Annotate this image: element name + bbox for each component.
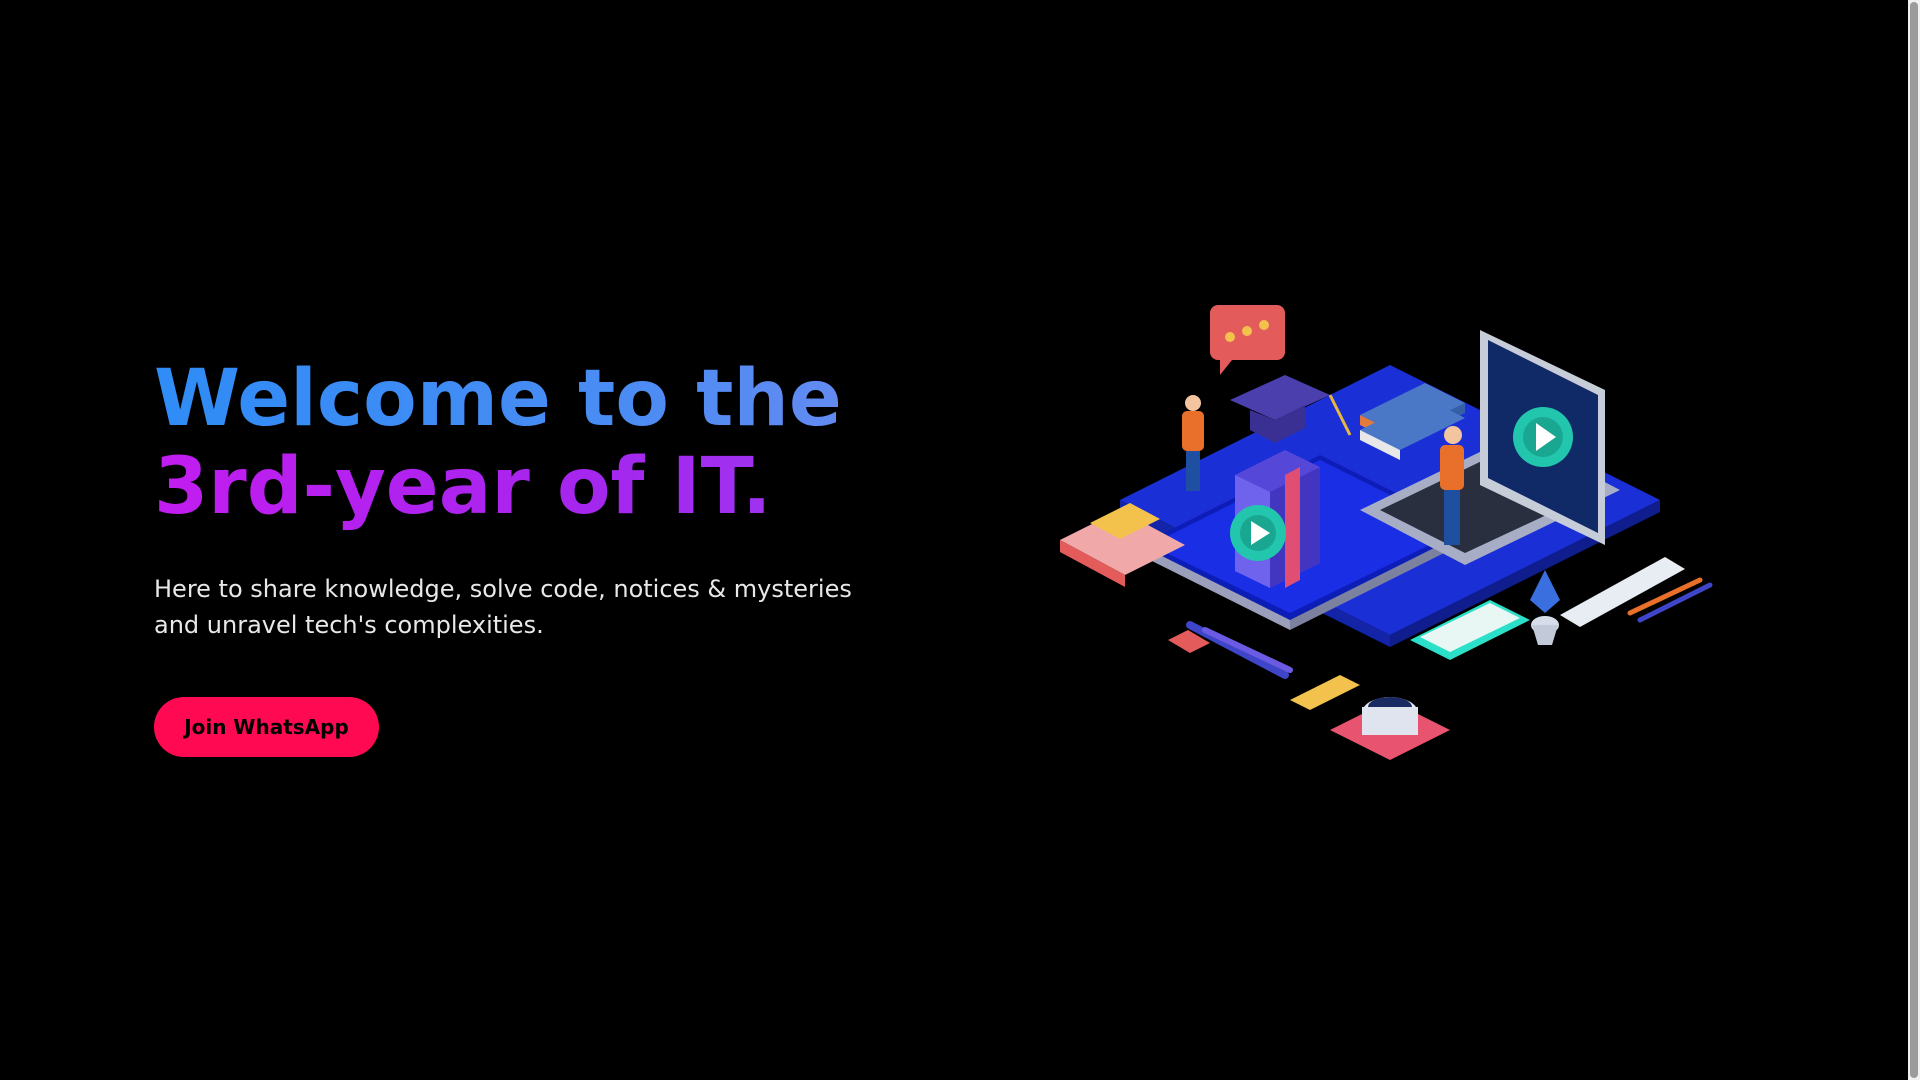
hero-title: Welcome to the 3rd-year of IT. <box>154 355 934 531</box>
hero-subtitle: Here to share knowledge, solve code, not… <box>154 575 852 639</box>
hero-text: Welcome to the 3rd-year of IT. Here to s… <box>154 355 934 757</box>
hero-title-line-2: 3rd-year of IT. <box>154 443 934 531</box>
scrollbar[interactable] <box>1908 0 1920 1080</box>
scrollbar-thumb[interactable] <box>1910 2 1918 1078</box>
isometric-education-illustration-icon <box>1060 295 1720 775</box>
person-right <box>1444 426 1462 444</box>
hero-title-line-1: Welcome to the <box>154 355 934 443</box>
join-whatsapp-button[interactable]: Join WhatsApp <box>154 697 379 757</box>
ruler <box>1560 557 1685 627</box>
person-left <box>1185 395 1201 411</box>
hero-section: Welcome to the 3rd-year of IT. Here to s… <box>0 0 1908 1080</box>
eraser <box>1290 675 1360 710</box>
